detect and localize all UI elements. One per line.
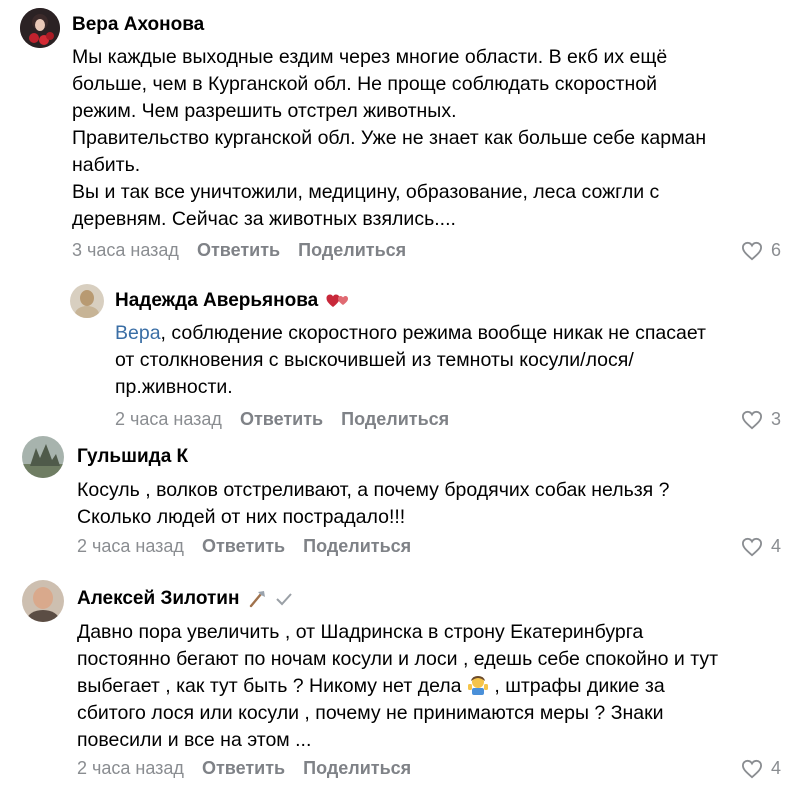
share-button[interactable]: Поделиться bbox=[298, 240, 406, 261]
like-button[interactable]: 6 bbox=[741, 240, 781, 261]
avatar-photo-icon bbox=[22, 436, 64, 478]
avatar-photo-icon bbox=[70, 284, 104, 318]
timestamp: 2 часа назад bbox=[77, 758, 184, 778]
reply-button[interactable]: Ответить bbox=[202, 536, 285, 557]
like-button[interactable]: 4 bbox=[741, 536, 781, 557]
like-count: 3 bbox=[770, 409, 781, 429]
timestamp: 2 часа назад bbox=[77, 536, 184, 556]
comment-meta: 3 часа назад Ответить Поделиться bbox=[72, 240, 406, 261]
timestamp: 3 часа назад bbox=[72, 240, 179, 260]
like-count: 4 bbox=[770, 536, 781, 556]
checkmark-icon bbox=[276, 593, 293, 606]
avatar[interactable] bbox=[22, 436, 64, 478]
like-button[interactable]: 4 bbox=[741, 758, 781, 779]
axe-icon bbox=[250, 591, 266, 608]
reply-button[interactable]: Ответить bbox=[240, 409, 323, 430]
like-button[interactable]: 3 bbox=[741, 409, 781, 430]
heart-icon bbox=[741, 410, 762, 429]
person-shrugging-emoji-icon bbox=[467, 676, 488, 695]
mention-link[interactable]: Вера bbox=[115, 322, 161, 344]
heart-icon bbox=[741, 537, 762, 556]
comment-text: Косуль , волков отстреливают, а почему б… bbox=[77, 479, 670, 528]
heart-icon bbox=[741, 759, 762, 778]
comment-text: Давно пора увеличить , от Шадринска в ст… bbox=[77, 621, 719, 751]
reply-button[interactable]: Ответить bbox=[197, 240, 280, 261]
avatar-photo-icon bbox=[22, 580, 64, 622]
avatar[interactable] bbox=[20, 8, 60, 48]
heart-icon bbox=[741, 241, 762, 260]
comment-author[interactable]: Гульшида К bbox=[77, 446, 188, 468]
avatar[interactable] bbox=[22, 580, 64, 622]
share-button[interactable]: Поделиться bbox=[303, 536, 411, 557]
comment-text: Мы каждые выходные ездим через многие об… bbox=[72, 46, 707, 230]
like-count: 4 bbox=[770, 758, 781, 778]
comment-author[interactable]: Надежда Аверьянова bbox=[115, 290, 352, 312]
comment-meta: 2 часа назад Ответить Поделиться bbox=[77, 536, 411, 557]
comment-author[interactable]: Вера Ахонова bbox=[72, 14, 204, 36]
avatar-photo-icon bbox=[20, 8, 60, 48]
comment-meta: 2 часа назад Ответить Поделиться bbox=[115, 409, 449, 430]
hearts-icon bbox=[326, 294, 349, 307]
comment-author[interactable]: Алексей Зилотин bbox=[77, 588, 293, 610]
comment-text: Вера, соблюдение скоростного режима вооб… bbox=[115, 322, 706, 398]
comment-meta: 2 часа назад Ответить Поделиться bbox=[77, 758, 411, 779]
reply-button[interactable]: Ответить bbox=[202, 758, 285, 779]
like-count: 6 bbox=[770, 240, 781, 260]
share-button[interactable]: Поделиться bbox=[341, 409, 449, 430]
timestamp: 2 часа назад bbox=[115, 409, 222, 429]
share-button[interactable]: Поделиться bbox=[303, 758, 411, 779]
avatar[interactable] bbox=[70, 284, 104, 318]
